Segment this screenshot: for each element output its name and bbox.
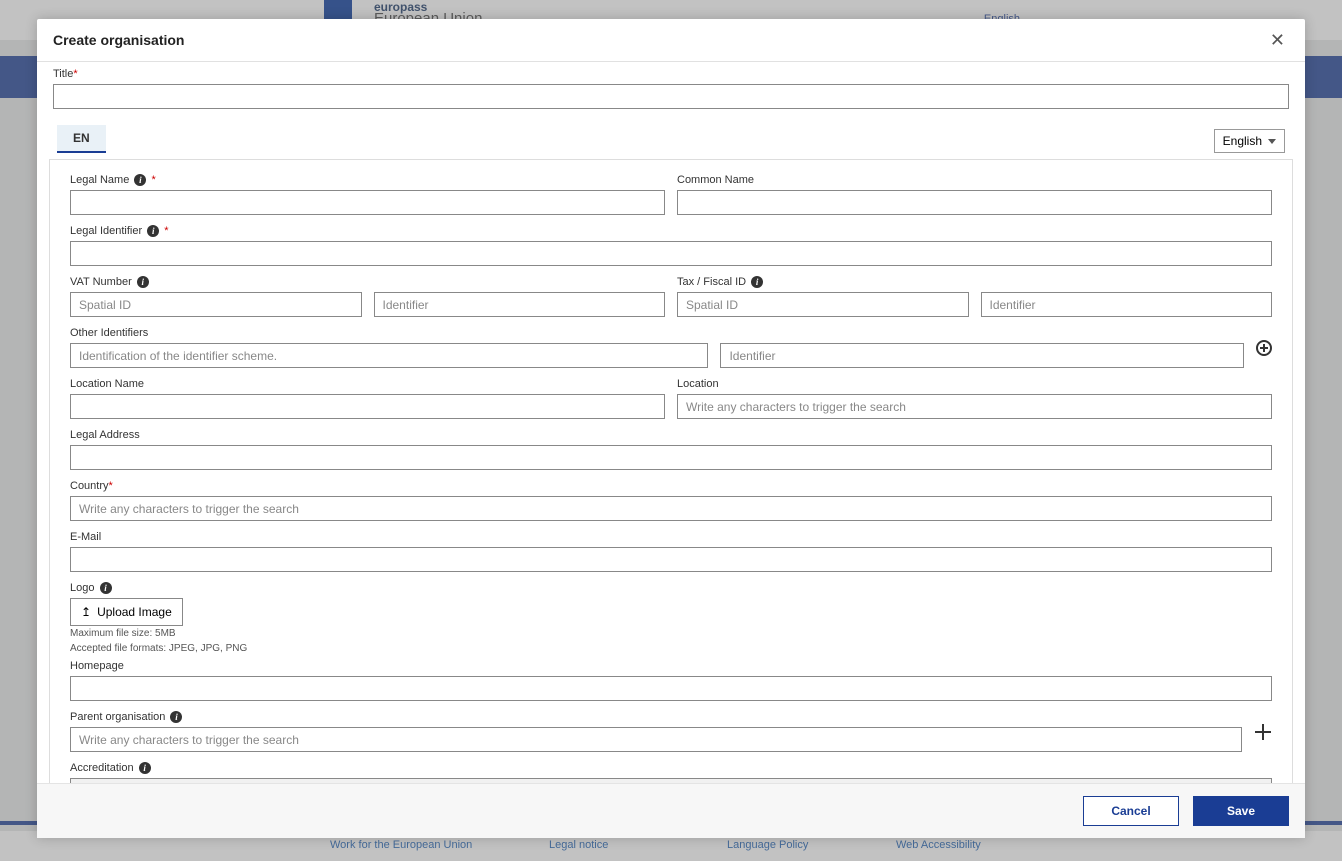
title-input[interactable] (53, 84, 1289, 109)
email-input[interactable] (70, 547, 1272, 572)
location-name-input[interactable] (70, 394, 665, 419)
info-icon[interactable]: i (100, 582, 112, 594)
common-name-label: Common Name (677, 174, 1272, 186)
language-selector-label: English (1223, 134, 1262, 148)
legal-identifier-label: Legal Identifier i * (70, 225, 1272, 237)
upload-image-label: Upload Image (97, 605, 172, 619)
homepage-label: Homepage (70, 660, 1272, 672)
accreditation-select[interactable]: ▴▾ (70, 778, 1272, 783)
parent-org-input[interactable] (70, 727, 1242, 752)
vat-spatial-id-input[interactable] (70, 292, 362, 317)
email-label: E-Mail (70, 531, 1272, 543)
chevron-down-icon (1268, 139, 1276, 144)
add-identifier-icon[interactable] (1256, 340, 1272, 356)
vat-number-label: VAT Number i (70, 276, 665, 288)
create-organisation-modal: Create organisation ✕ Title* EN English (37, 19, 1305, 838)
info-icon[interactable]: i (170, 711, 182, 723)
location-input[interactable] (677, 394, 1272, 419)
info-icon[interactable]: i (137, 276, 149, 288)
modal-title: Create organisation (53, 32, 184, 48)
homepage-input[interactable] (70, 676, 1272, 701)
save-button[interactable]: Save (1193, 796, 1289, 826)
title-label: Title* (53, 68, 1289, 80)
legal-name-input[interactable] (70, 190, 665, 215)
upload-icon: ↥ (81, 605, 91, 619)
file-size-hint: Maximum file size: 5MB (70, 626, 1272, 641)
legal-name-label: Legal Name i * (70, 174, 665, 186)
tax-spatial-id-input[interactable] (677, 292, 969, 317)
info-icon[interactable]: i (139, 762, 151, 774)
file-format-hint: Accepted file formats: JPEG, JPG, PNG (70, 641, 1272, 656)
accreditation-label: Accreditation i (70, 762, 1272, 774)
logo-label: Logo i (70, 582, 1272, 594)
language-tab-en[interactable]: EN (57, 125, 106, 153)
other-identifiers-label: Other Identifiers (70, 327, 708, 339)
identifier-scheme-input[interactable] (70, 343, 708, 368)
other-identifier-input[interactable] (720, 343, 1244, 368)
vat-identifier-input[interactable] (374, 292, 666, 317)
info-icon[interactable]: i (134, 174, 146, 186)
tax-fiscal-id-label: Tax / Fiscal ID i (677, 276, 1272, 288)
close-icon[interactable]: ✕ (1266, 29, 1289, 51)
add-parent-org-icon[interactable] (1254, 723, 1272, 741)
cancel-button[interactable]: Cancel (1083, 796, 1179, 826)
upload-image-button[interactable]: ↥ Upload Image (70, 598, 183, 626)
country-input[interactable] (70, 496, 1272, 521)
legal-address-input[interactable] (70, 445, 1272, 470)
legal-identifier-input[interactable] (70, 241, 1272, 266)
common-name-input[interactable] (677, 190, 1272, 215)
parent-org-label: Parent organisation i (70, 711, 1242, 723)
legal-address-label: Legal Address (70, 429, 1272, 441)
tax-identifier-input[interactable] (981, 292, 1273, 317)
info-icon[interactable]: i (147, 225, 159, 237)
location-label: Location (677, 378, 1272, 390)
country-label: Country* (70, 480, 1272, 492)
location-name-label: Location Name (70, 378, 665, 390)
info-icon[interactable]: i (751, 276, 763, 288)
language-selector[interactable]: English (1214, 129, 1285, 153)
